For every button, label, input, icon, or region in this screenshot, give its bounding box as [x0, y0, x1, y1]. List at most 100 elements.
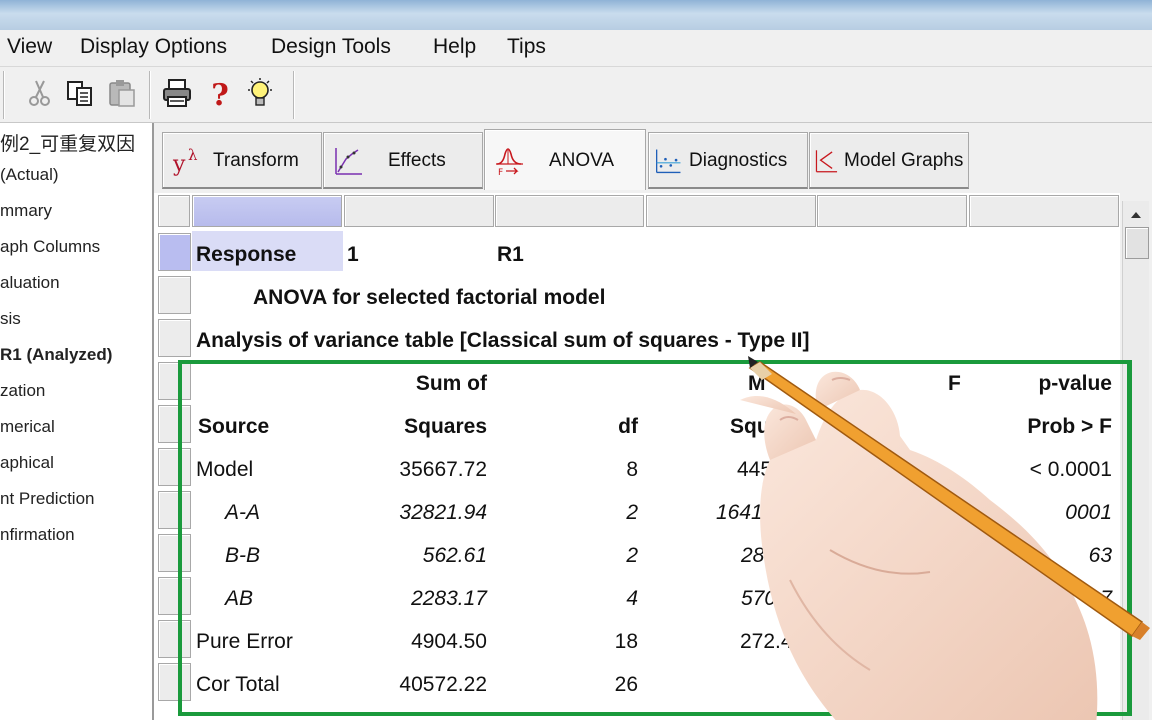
response-name: R1	[497, 243, 524, 266]
row-df: 18	[614, 630, 638, 653]
column-header-cell[interactable]	[646, 195, 816, 227]
header-p-value: p-value	[1038, 372, 1112, 395]
tab-anova-label: ANOVA	[549, 150, 615, 171]
tab-effects-label: Effects	[388, 150, 446, 171]
transform-icon: y λ	[172, 146, 198, 177]
row-sum-squares: 32821.94	[399, 501, 487, 524]
scroll-up-icon[interactable]	[1126, 205, 1146, 225]
tab-anova[interactable]: F ANOVA	[484, 129, 646, 190]
row-header[interactable]	[158, 319, 191, 357]
row-sum-squares: 4904.50	[411, 630, 487, 653]
toolbar: ?	[0, 67, 1152, 123]
row-header[interactable]	[158, 663, 191, 701]
header-mean: M	[748, 372, 766, 395]
row-df: 2	[626, 501, 638, 524]
row-source: Model	[196, 458, 254, 481]
tab-model-graphs[interactable]: Model Graphs	[809, 132, 969, 189]
row-p-value: 63	[1088, 544, 1112, 567]
sidebar-item-title[interactable]: 例2_可重复双因	[0, 129, 135, 156]
menu-tips[interactable]: Tips	[507, 35, 546, 59]
cut-icon[interactable]	[24, 77, 56, 109]
row-header[interactable]	[158, 448, 191, 486]
sidebar-item-summary[interactable]: mmary	[0, 201, 52, 221]
response-number: 1	[347, 243, 359, 266]
row-source: Cor Total	[196, 673, 280, 696]
model-graphs-icon	[815, 150, 838, 173]
sidebar-item-analysis[interactable]: sis	[0, 309, 21, 329]
toolbar-separator	[293, 71, 294, 119]
row-mean-square: 272.47	[740, 630, 805, 653]
menu-design-tools[interactable]: Design Tools	[271, 35, 391, 59]
header-squares: Squares	[404, 415, 487, 438]
tab-transform-label: Transform	[213, 150, 299, 171]
svg-text:λ: λ	[188, 146, 198, 164]
header-f: F	[948, 372, 961, 395]
sidebar-item-actual[interactable]: (Actual)	[0, 165, 59, 185]
menu-view[interactable]: View	[7, 35, 52, 59]
sidebar-item-numerical[interactable]: merical	[0, 417, 55, 437]
row-mean-square: 445	[737, 458, 773, 481]
column-header-cell[interactable]	[495, 195, 644, 227]
row-df: 2	[626, 544, 638, 567]
row-header[interactable]	[158, 362, 191, 400]
sidebar-item-evaluation[interactable]: aluation	[0, 273, 60, 293]
row-header[interactable]	[158, 405, 191, 443]
report-title: ANOVA for selected factorial model	[253, 286, 606, 309]
copy-icon[interactable]	[64, 77, 96, 109]
row-df: 26	[614, 673, 638, 696]
menu-display-options[interactable]: Display Options	[80, 35, 227, 59]
tip-bulb-icon[interactable]	[244, 77, 276, 109]
row-p-value: 0001	[1065, 501, 1112, 524]
header-source: Source	[198, 415, 270, 438]
row-source: AB	[225, 587, 254, 610]
menu-bar: View Display Options Design Tools Help T…	[0, 30, 1152, 67]
scrollbar-thumb[interactable]	[1125, 227, 1149, 259]
anova-report-grid[interactable]: Response 1 R1 ANOVA for selected factori…	[154, 193, 1120, 720]
sidebar-item-point-prediction[interactable]: nt Prediction	[0, 489, 95, 509]
column-header-cell[interactable]	[969, 195, 1119, 227]
row-p-value: 7	[1100, 587, 1112, 610]
row-sum-squares: 562.61	[422, 544, 487, 567]
column-header-cell[interactable]	[817, 195, 967, 227]
row-header[interactable]	[158, 534, 191, 572]
row-mean-square: 570.7	[741, 587, 794, 610]
column-header-cell[interactable]	[344, 195, 494, 227]
tab-diagnostics-label: Diagnostics	[689, 150, 788, 171]
sidebar-item-graphical[interactable]: aphical	[0, 453, 54, 473]
header-prob-f: Prob > F	[1027, 415, 1112, 438]
corner-header-cell[interactable]	[158, 195, 190, 227]
tab-transform[interactable]: y λ Transform	[162, 132, 322, 189]
tab-effects[interactable]: Effects	[323, 132, 483, 189]
sidebar-item-confirmation[interactable]: nfirmation	[0, 525, 75, 545]
svg-text:?: ?	[211, 78, 229, 109]
row-sum-squares: 2283.17	[411, 587, 487, 610]
row-source: A-A	[225, 501, 261, 524]
row-header[interactable]	[158, 577, 191, 615]
header-df: df	[618, 415, 638, 438]
tab-diagnostics[interactable]: Diagnostics	[648, 132, 808, 189]
column-header-cell[interactable]	[192, 195, 342, 227]
print-icon[interactable]	[161, 77, 193, 109]
sidebar-item-optimization[interactable]: zation	[0, 381, 45, 401]
row-header[interactable]	[158, 620, 191, 658]
row-header[interactable]	[158, 233, 191, 271]
header-mean-squares: Squ	[730, 415, 770, 438]
toolbar-separator	[149, 71, 150, 119]
row-mean-square: 1641	[716, 501, 763, 524]
sidebar-item-r1-analyzed[interactable]: R1 (Analyzed)	[0, 345, 112, 365]
toolbar-separator	[3, 71, 4, 119]
help-icon[interactable]: ?	[204, 77, 236, 109]
row-df: 8	[626, 458, 638, 481]
diagnostics-icon	[655, 149, 681, 174]
row-header[interactable]	[158, 276, 191, 314]
paste-icon[interactable]	[106, 77, 138, 109]
tab-model-graphs-label: Model Graphs	[844, 150, 964, 171]
window-title-bar	[0, 0, 1152, 30]
header-sum-of: Sum of	[415, 372, 487, 395]
vertical-scrollbar[interactable]	[1122, 201, 1149, 720]
row-sum-squares: 40572.22	[399, 673, 487, 696]
menu-help[interactable]: Help	[433, 35, 476, 59]
row-header[interactable]	[158, 491, 191, 529]
row-p-value: < 0.0001	[1029, 458, 1112, 481]
sidebar-item-graph-columns[interactable]: aph Columns	[0, 237, 100, 257]
